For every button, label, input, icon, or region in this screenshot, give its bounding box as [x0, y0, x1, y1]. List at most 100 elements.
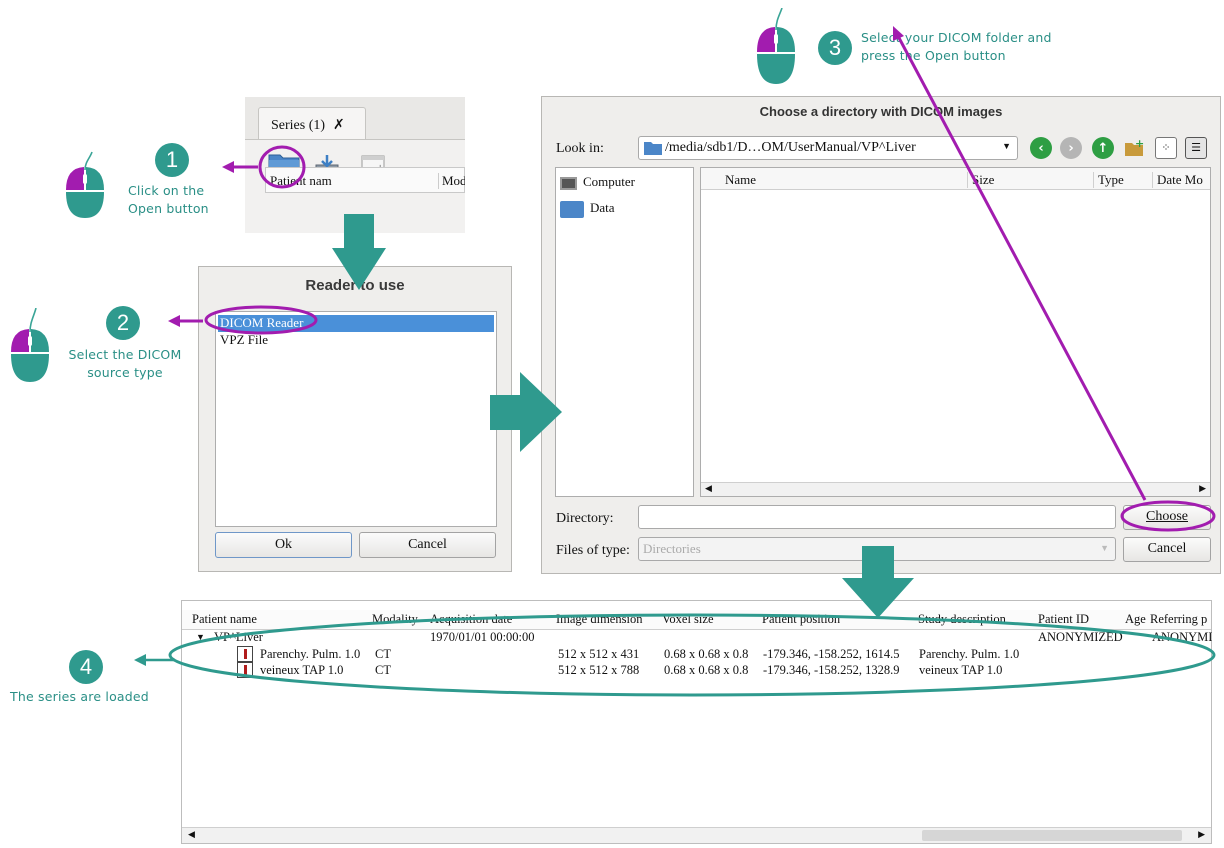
step-2-line-2: source type [87, 365, 163, 380]
column-acquisition-date[interactable]: Acquisition date [430, 612, 512, 627]
column-type[interactable]: Type [1093, 172, 1124, 188]
parent-folder-icon[interactable]: ↑ [1092, 137, 1114, 159]
column-referring[interactable]: Referring p [1150, 612, 1207, 627]
patient-id: ANONYMIZED [1038, 630, 1123, 644]
horizontal-scrollbar[interactable]: ◀ ▶ [182, 827, 1211, 843]
folder-icon [644, 142, 662, 155]
mouse-icon [66, 151, 104, 218]
files-of-type-value: Directories [643, 541, 701, 556]
column-patient-position[interactable]: Patient position [762, 612, 840, 627]
files-of-type-combo[interactable]: Directories ▼ [638, 537, 1116, 561]
folder-icon [560, 200, 584, 218]
look-in-combo[interactable]: /media/sdb1/D…OM/UserManual/VP^Liver ▼ [638, 136, 1018, 160]
chevron-down-icon[interactable]: ▼ [1100, 543, 1109, 553]
step-2-badge: 2 [106, 306, 140, 340]
scroll-left-icon[interactable]: ◀ [705, 483, 712, 494]
back-icon[interactable]: ‹ [1030, 137, 1052, 159]
expand-arrow-icon[interactable]: ▼ [196, 632, 205, 642]
step-2-line-1: Select the DICOM [68, 347, 182, 362]
computer-icon [560, 176, 577, 190]
series-voxel: 0.68 x 0.68 x 0.8 [664, 647, 749, 661]
series-position: -179.346, -158.252, 1614.5 [763, 647, 900, 661]
table-row[interactable]: Parenchy. Pulm. 1.0 CT 512 x 512 x 431 0… [182, 646, 1211, 662]
file-list-header: Name Size Type Date Mo [701, 168, 1210, 190]
horizontal-scrollbar[interactable]: ◀ ▶ [701, 482, 1210, 496]
series-modality: CT [375, 647, 391, 661]
ok-button[interactable]: Ok [215, 532, 352, 558]
step-4-line-1: The series are loaded [10, 689, 149, 704]
series-dimension: 512 x 512 x 431 [558, 647, 640, 661]
scroll-thumb[interactable] [922, 830, 1182, 841]
series-name: Parenchy. Pulm. 1.0 [260, 647, 361, 661]
forward-icon[interactable]: › [1060, 137, 1082, 159]
cancel-button[interactable]: Cancel [359, 532, 496, 558]
series-name: veineux TAP 1.0 [260, 663, 344, 677]
step-1-line-2: Open button [128, 201, 209, 216]
file-dialog-title: Choose a directory with DICOM images [759, 104, 1003, 119]
patient-name: VP^Liver [214, 630, 263, 644]
column-image-dimension[interactable]: Image dimension [556, 612, 642, 627]
tab-series[interactable]: Series (1) ✗ [258, 107, 366, 140]
step-1-text: Click on the Open button [128, 182, 228, 218]
series-study: Parenchy. Pulm. 1.0 [919, 647, 1020, 661]
series-study: veineux TAP 1.0 [919, 663, 1003, 677]
series-icon [237, 646, 253, 662]
files-of-type-label: Files of type: [556, 543, 630, 558]
step-3-line-2: press the Open button [861, 48, 1006, 63]
column-age[interactable]: Age [1125, 612, 1146, 627]
patient-acquisition-date: 1970/01/01 00:00:00 [430, 630, 535, 644]
reader-list[interactable]: DICOM Reader VPZ File [215, 311, 497, 527]
series-position: -179.346, -158.252, 1328.9 [763, 663, 900, 677]
choose-button-highlight [1120, 500, 1216, 532]
patient-row[interactable]: ▼ VP^Liver 1970/01/01 00:00:00 ANONYMIZE… [182, 630, 1213, 645]
step-4-badge: 4 [69, 650, 103, 684]
chevron-down-icon[interactable]: ▼ [1002, 141, 1011, 151]
patient-referring: ANONYMI [1152, 630, 1213, 644]
step-1-badge: 1 [155, 143, 189, 177]
new-folder-icon[interactable]: + [1123, 137, 1145, 159]
column-size[interactable]: Size [967, 172, 994, 188]
step-3-line-1: Select your DICOM folder and [861, 30, 1052, 45]
close-icon[interactable]: ✗ [333, 117, 345, 133]
file-list[interactable]: Name Size Type Date Mo ◀ ▶ [700, 167, 1211, 497]
step-4-text: The series are loaded [10, 688, 170, 706]
detail-view-icon[interactable]: ☰ [1185, 137, 1207, 159]
look-in-label: Look in: [556, 141, 604, 156]
scroll-left-icon[interactable]: ◀ [188, 829, 195, 840]
dicom-reader-highlight [204, 305, 318, 335]
svg-text:+: + [1135, 137, 1144, 150]
series-voxel: 0.68 x 0.68 x 0.8 [664, 663, 749, 677]
column-date[interactable]: Date Mo [1152, 172, 1203, 188]
column-name[interactable]: Name [725, 172, 756, 188]
step-1-line-1: Click on the [128, 183, 205, 198]
column-modality: Mod [438, 173, 465, 189]
directory-input[interactable] [638, 505, 1116, 529]
series-table[interactable]: Patient name Modality Acquisition date I… [181, 600, 1212, 844]
mouse-icon [757, 8, 795, 84]
places-sidebar: Computer Data [555, 167, 694, 497]
column-patient-name[interactable]: Patient name [192, 612, 257, 627]
column-study-description[interactable]: Study description [918, 612, 1006, 627]
cancel-button[interactable]: Cancel [1123, 537, 1211, 562]
place-computer[interactable]: Computer [560, 174, 635, 190]
column-modality[interactable]: Modality [372, 612, 418, 627]
place-computer-label: Computer [583, 174, 635, 189]
place-data[interactable]: Data [560, 200, 615, 218]
reader-dialog-title: Reader to use [305, 277, 405, 294]
table-row[interactable]: veineux TAP 1.0 CT 512 x 512 x 788 0.68 … [182, 662, 1211, 678]
scroll-right-icon[interactable]: ▶ [1198, 829, 1205, 840]
column-voxel-size[interactable]: Voxel size [662, 612, 714, 627]
series-modality: CT [375, 663, 391, 677]
series-dimension: 512 x 512 x 788 [558, 663, 640, 677]
place-data-label: Data [590, 200, 615, 215]
scroll-right-icon[interactable]: ▶ [1199, 483, 1206, 494]
mouse-icon [11, 308, 49, 382]
look-in-path: /media/sdb1/D…OM/UserManual/VP^Liver [665, 140, 916, 155]
icon-view-icon[interactable]: ⁘ [1155, 137, 1177, 159]
series-table-header: Patient name Modality Acquisition date I… [182, 610, 1211, 630]
open-button-highlight [258, 145, 306, 189]
step-2-text: Select the DICOM source type [60, 346, 190, 382]
column-patient-id[interactable]: Patient ID [1038, 612, 1089, 627]
series-icon [237, 662, 253, 678]
step-3-text: Select your DICOM folder and press the O… [861, 29, 1101, 65]
